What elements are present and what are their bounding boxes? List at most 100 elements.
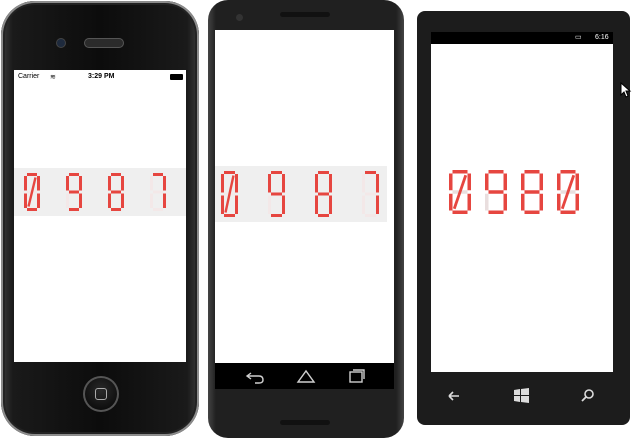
segment-c xyxy=(329,195,332,214)
segment-f xyxy=(449,173,453,191)
segment-f xyxy=(66,176,69,191)
segment-d xyxy=(560,210,576,214)
top-speaker xyxy=(280,12,330,17)
segment-a xyxy=(153,173,163,176)
segment-g xyxy=(488,190,504,194)
segment-a xyxy=(111,173,121,176)
front-camera-icon xyxy=(236,14,243,21)
segment-c xyxy=(163,193,166,208)
segment-b xyxy=(37,176,40,191)
segment-b xyxy=(121,176,124,191)
android-nav-bar xyxy=(215,363,394,389)
segment-a xyxy=(560,170,576,174)
windows-start-icon[interactable] xyxy=(514,388,529,403)
home-icon[interactable] xyxy=(296,369,316,383)
segment-b xyxy=(79,176,82,191)
segment-c xyxy=(121,193,124,208)
wifi-icon: ≋ xyxy=(50,74,56,81)
segment-a xyxy=(271,171,282,174)
segment-g xyxy=(365,192,376,196)
segment-f xyxy=(315,174,318,193)
segment-b xyxy=(376,174,379,193)
segment-f xyxy=(268,174,271,193)
segment-g xyxy=(153,190,163,194)
battery-icon: ▭ xyxy=(575,34,582,41)
segment-e xyxy=(108,193,111,208)
segment-display-ios xyxy=(14,168,186,216)
status-time: 3:29 PM xyxy=(88,73,115,80)
segment-c xyxy=(539,193,543,211)
home-button-icon xyxy=(95,388,107,400)
wp-status-bar: ▭ 6:16 xyxy=(431,32,613,44)
segment-c xyxy=(503,193,507,211)
mouse-cursor-icon xyxy=(620,82,632,98)
segment-a xyxy=(69,173,79,176)
iphone-screen: Carrier ≋ 3:29 PM xyxy=(14,70,186,362)
segment-f xyxy=(485,173,489,191)
segment-d xyxy=(27,208,37,211)
segment-d xyxy=(452,210,468,214)
segment-e xyxy=(24,193,27,208)
search-icon[interactable] xyxy=(581,389,594,402)
segment-f xyxy=(150,176,153,191)
windows-phone-screen xyxy=(431,32,613,372)
earpiece-speaker xyxy=(84,38,124,48)
segment-c xyxy=(282,195,285,214)
segment-display-android xyxy=(215,166,387,222)
segment-a xyxy=(365,171,376,174)
segment-g xyxy=(69,190,79,194)
segment-e xyxy=(221,195,224,214)
segment-d xyxy=(69,208,79,211)
segment-d xyxy=(271,214,282,217)
segment-e xyxy=(557,193,561,211)
segment-b xyxy=(503,173,507,191)
home-button[interactable] xyxy=(83,376,119,412)
ios-status-bar: Carrier ≋ 3:29 PM xyxy=(14,70,186,84)
segment-b xyxy=(329,174,332,193)
carrier-label: Carrier xyxy=(18,73,40,80)
segment-f xyxy=(108,176,111,191)
segment-c xyxy=(467,193,471,211)
segment-f xyxy=(521,173,525,191)
segment-b xyxy=(163,176,166,191)
segment-g xyxy=(271,192,282,196)
segment-a xyxy=(488,170,504,174)
segment-c xyxy=(79,193,82,208)
segment-e xyxy=(150,193,153,208)
segment-b xyxy=(235,174,238,193)
segment-e xyxy=(449,193,453,211)
segment-c xyxy=(235,195,238,214)
segment-e xyxy=(268,195,271,214)
segment-e xyxy=(66,193,69,208)
segment-f xyxy=(24,176,27,191)
wp-nav-bar xyxy=(431,376,613,416)
recents-icon[interactable] xyxy=(349,369,365,383)
back-icon[interactable] xyxy=(245,372,264,384)
android-screen xyxy=(215,30,394,363)
segment-d xyxy=(488,210,504,214)
segment-d xyxy=(318,214,329,217)
back-icon[interactable] xyxy=(448,391,459,401)
segment-f xyxy=(557,173,561,191)
segment-c xyxy=(575,193,579,211)
segment-f xyxy=(221,174,224,193)
segment-d xyxy=(111,208,121,211)
segment-e xyxy=(362,195,365,214)
segment-c xyxy=(37,193,40,208)
segment-c xyxy=(376,195,379,214)
segment-a xyxy=(27,173,37,176)
front-camera-icon xyxy=(57,39,65,47)
segment-e xyxy=(315,195,318,214)
segment-g xyxy=(524,190,540,194)
segment-b xyxy=(539,173,543,191)
segment-d xyxy=(365,214,376,217)
segment-a xyxy=(224,171,235,174)
segment-a xyxy=(452,170,468,174)
bottom-speaker xyxy=(280,420,330,425)
segment-f xyxy=(362,174,365,193)
segment-g xyxy=(318,192,329,196)
segment-display-wp xyxy=(449,170,579,214)
status-time: 6:16 xyxy=(595,34,609,41)
segment-digits xyxy=(449,170,579,214)
segment-g xyxy=(111,190,121,194)
